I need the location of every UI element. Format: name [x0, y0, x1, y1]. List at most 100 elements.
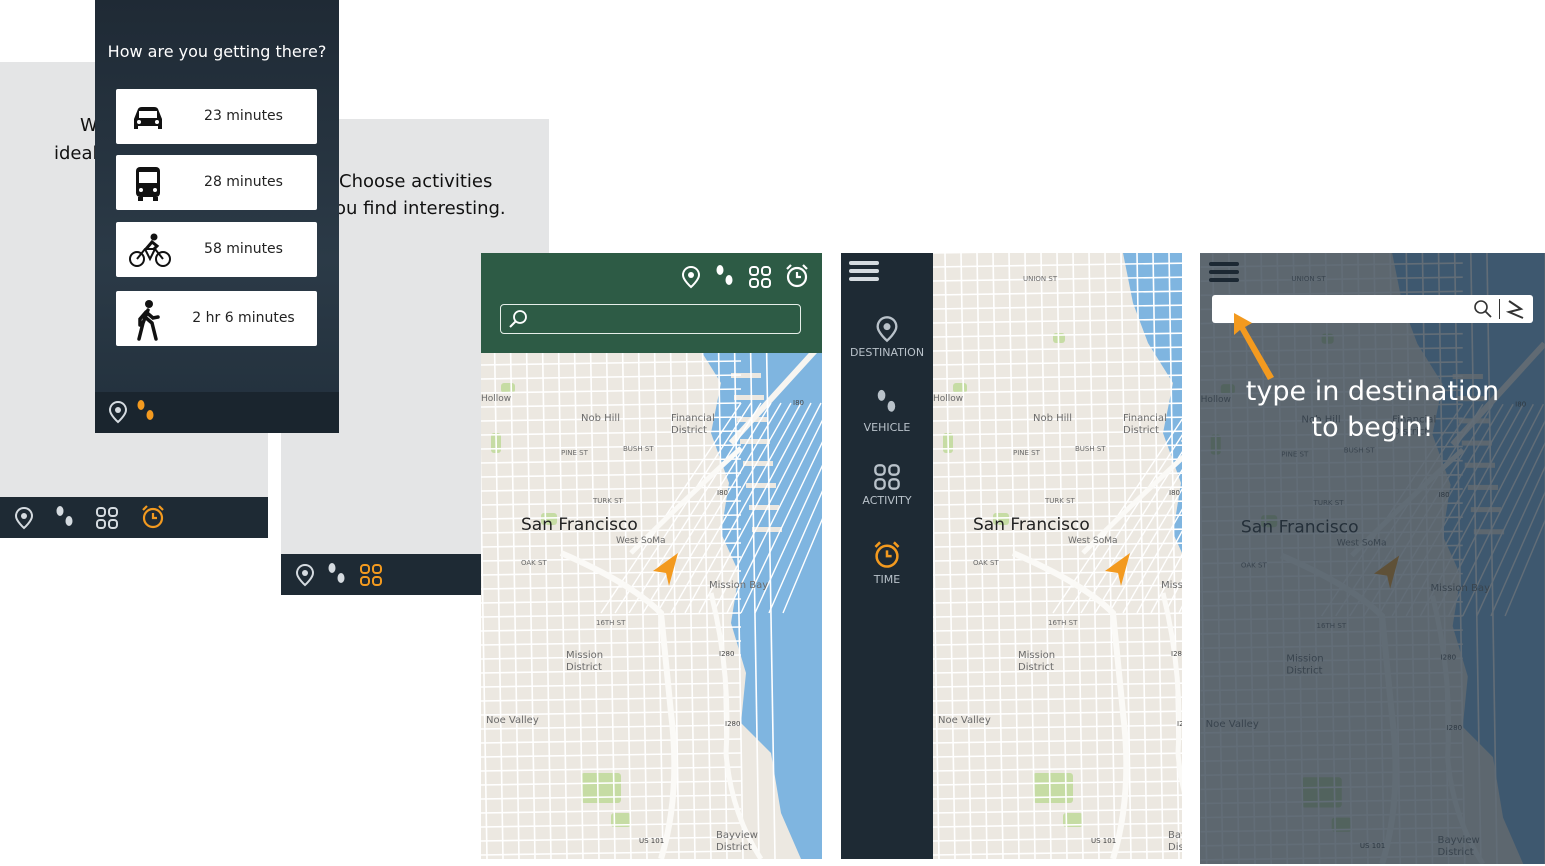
pier: [746, 483, 776, 488]
label-bayview: Bayview: [716, 830, 758, 841]
label-bayview: District: [716, 842, 752, 853]
label-financial-district: District: [1123, 425, 1159, 436]
label-i280: I280: [1177, 720, 1182, 728]
search-divider: [1498, 299, 1500, 319]
option-bus-label: 28 minutes: [204, 174, 283, 190]
hamburger-menu-icon[interactable]: [849, 259, 881, 283]
screen3-text-line1: Choose activities: [339, 171, 493, 192]
alarm-clock-icon[interactable]: [784, 263, 810, 289]
grid-icon[interactable]: [748, 265, 772, 289]
label-oak-st: OAK ST: [973, 559, 999, 567]
vehicle-question-title: How are you getting there?: [107, 42, 327, 61]
grid-icon[interactable]: [95, 506, 119, 530]
screen5-map-panel[interactable]: UNION ST Hollow Nob Hill Financial District P…: [841, 253, 1182, 859]
park: [1033, 773, 1073, 803]
option-walk[interactable]: 2 hr 6 minutes: [116, 291, 317, 346]
search-icon: [509, 310, 527, 328]
label-i280: I280: [1171, 650, 1182, 658]
pin-icon: [876, 316, 898, 343]
alarm-clock-icon: [874, 541, 900, 568]
option-bike[interactable]: 58 minutes: [116, 222, 317, 277]
label-i280: I280: [719, 650, 734, 658]
menu-item-activity-label: ACTIVITY: [862, 494, 912, 507]
footprints-icon[interactable]: [54, 505, 76, 531]
park: [581, 773, 621, 803]
menu-item-time[interactable]: TIME: [841, 540, 933, 586]
menu-item-vehicle-label: VEHICLE: [863, 421, 911, 434]
label-nob-hill: Nob Hill: [1033, 413, 1072, 424]
pin-icon[interactable]: [14, 506, 34, 530]
label-i80: I80: [793, 399, 804, 407]
option-bus[interactable]: 28 minutes: [116, 155, 317, 210]
label-hollow: Hollow: [933, 394, 963, 404]
label-west-soma: West SoMa: [616, 536, 666, 546]
alarm-clock-icon[interactable]: [140, 504, 166, 530]
label-financial-district: District: [671, 425, 707, 436]
menu-item-time-label: TIME: [873, 573, 901, 586]
grid-icon[interactable]: [359, 563, 383, 587]
footprints-icon[interactable]: [135, 399, 157, 425]
label-16th-st: 16TH ST: [1048, 619, 1078, 627]
park: [953, 383, 967, 393]
pointer-arrow-icon: [1234, 313, 1274, 380]
option-car[interactable]: 23 minutes: [116, 89, 317, 144]
label-pine-st: PINE ST: [561, 449, 589, 457]
label-16th-st: 16TH ST: [596, 619, 626, 627]
pin-icon[interactable]: [681, 265, 701, 289]
label-mission-district: District: [566, 662, 602, 673]
label-turk-st: TURK ST: [1044, 497, 1076, 505]
label-noe-valley: Noe Valley: [486, 715, 539, 726]
pier: [740, 439, 770, 444]
label-i80: I80: [717, 489, 728, 497]
label-i280: I280: [725, 720, 740, 728]
bike-icon: [129, 233, 171, 267]
label-west-soma: West SoMa: [1068, 536, 1118, 546]
footprints-icon[interactable]: [714, 264, 736, 290]
label-mission-district: District: [1018, 662, 1054, 673]
label-bush-st: BUSH ST: [1075, 445, 1106, 453]
label-mission-bay: Mission Bay: [709, 580, 768, 591]
walk-icon: [137, 300, 160, 341]
hint-text-line2: to begin!: [1311, 412, 1434, 443]
park: [501, 383, 515, 393]
menu-item-vehicle[interactable]: VEHICLE: [841, 388, 933, 434]
label-turk-st: TURK ST: [592, 497, 624, 505]
label-i80: I80: [1169, 489, 1180, 497]
screen2-bottom-bar: [95, 392, 339, 433]
label-mission-district: Mission: [1018, 650, 1055, 661]
label-financial-district: Financial: [1123, 413, 1167, 424]
city-map[interactable]: UNION STHollowNob HillFinancialDistrictP…: [933, 253, 1182, 859]
hamburger-menu-icon[interactable]: [1209, 260, 1241, 284]
pin-icon[interactable]: [295, 563, 315, 587]
hint-text-line1: type in destination: [1245, 376, 1500, 407]
screen6-map-panel[interactable]: UNION STHollowNob HillFinancialDistrictP…: [1200, 253, 1545, 864]
label-us101: US 101: [639, 837, 664, 845]
label-us101: US 101: [1091, 837, 1116, 845]
search-icon[interactable]: [1473, 299, 1493, 319]
menu-item-destination[interactable]: DESTINATION: [841, 315, 933, 359]
footprints-icon[interactable]: [326, 562, 348, 588]
label-bayview: District: [1168, 842, 1182, 853]
label-oak-st: OAK ST: [521, 559, 547, 567]
screen1-text-line2: ideal: [54, 143, 98, 164]
screen4-map-panel[interactable]: UNION STHollowNob HillFinancialDistrictP…: [481, 253, 822, 859]
menu-item-activity[interactable]: ACTIVITY: [841, 463, 933, 507]
label-mission-district: Mission: [566, 650, 603, 661]
car-icon: [134, 107, 162, 129]
option-walk-label: 2 hr 6 minutes: [192, 310, 295, 326]
footprints-icon: [877, 389, 896, 412]
label-noe-valley: Noe Valley: [938, 715, 991, 726]
label-san-francisco: San Francisco: [973, 515, 1090, 535]
route-icon[interactable]: [1503, 298, 1527, 320]
side-menu: DESTINATION VEHICLE ACTIVITY TIME: [841, 253, 933, 859]
grid-icon: [874, 464, 900, 490]
label-nob-hill: Nob Hill: [581, 413, 620, 424]
screen1-bottom-bar: [0, 497, 268, 538]
label-pine-st: PINE ST: [1013, 449, 1041, 457]
pier: [734, 395, 764, 400]
screen2-panel: How are you getting there? 23 minutes 28…: [95, 0, 339, 433]
search-field[interactable]: [500, 304, 801, 334]
menu-item-destination-label: DESTINATION: [849, 346, 925, 359]
label-financial-district: Financial: [671, 413, 715, 424]
pin-icon[interactable]: [108, 400, 128, 424]
